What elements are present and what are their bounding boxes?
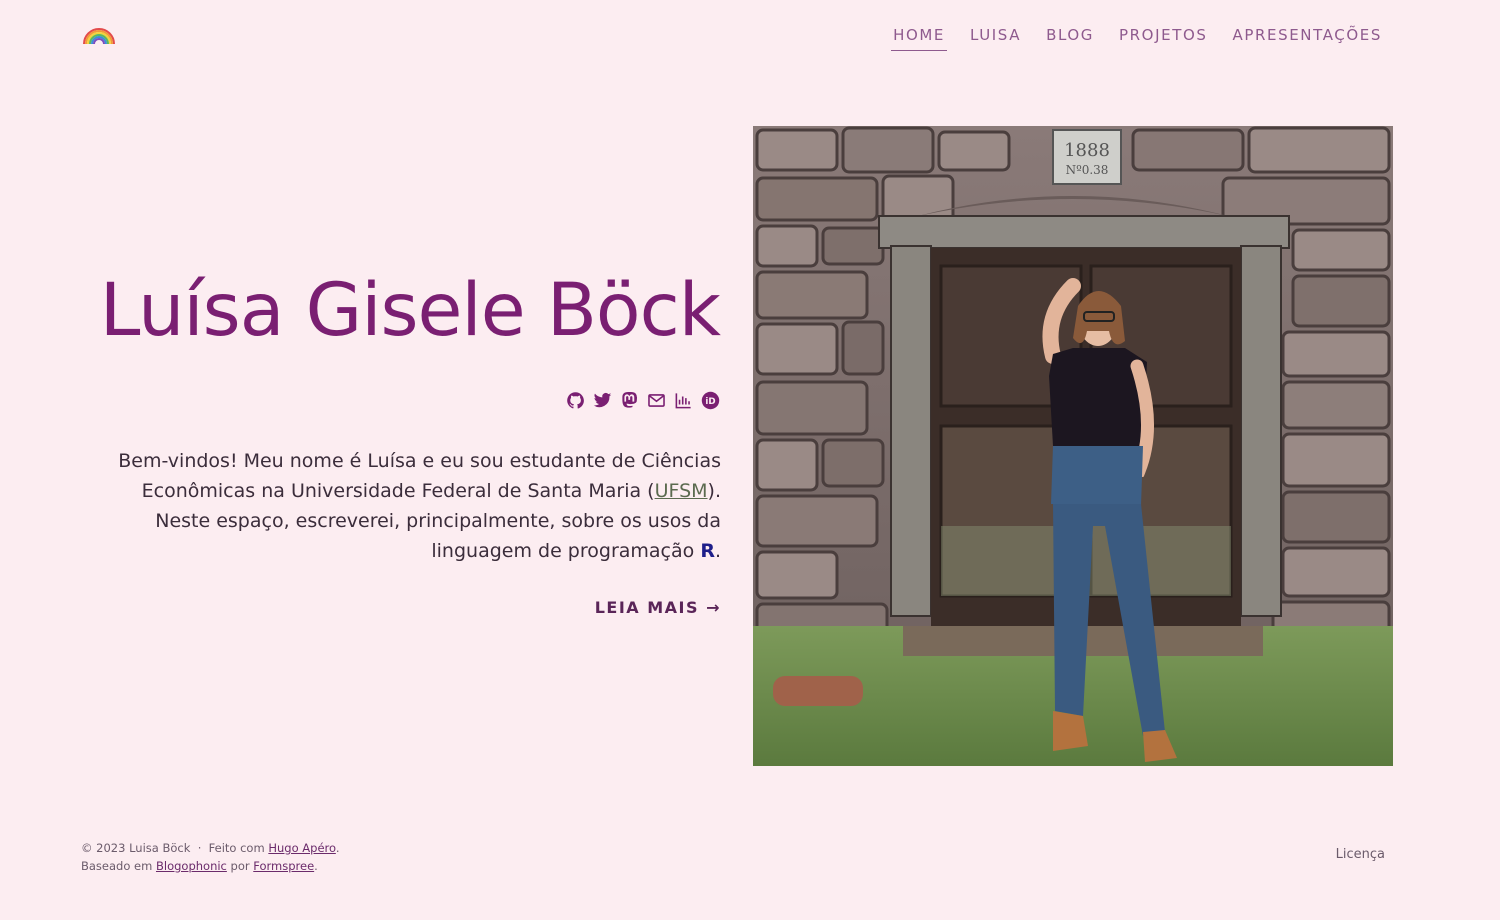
by-text: por [230, 859, 250, 873]
rainbow-logo-icon[interactable] [82, 28, 116, 46]
nav-item-luisa[interactable]: LUISA [968, 26, 1023, 51]
main-nav: HOME LUISA BLOG PROJETOS APRESENTAÇÕES [891, 26, 1384, 51]
footer-line-2: Baseado em Blogophonic por Formspree. [81, 857, 339, 875]
formspree-link[interactable]: Formspree [253, 859, 314, 873]
twitter-icon[interactable] [592, 390, 612, 410]
footer-period-2: . [314, 859, 318, 873]
nav-item-home[interactable]: HOME [891, 26, 947, 51]
profile-photo: 1888 Nº0.38 [753, 126, 1393, 766]
blogophonic-link[interactable]: Blogophonic [156, 859, 227, 873]
plaque-number: Nº0.38 [1066, 163, 1109, 177]
orcid-icon[interactable]: iD [700, 390, 720, 410]
footer-line-1: © 2023 Luisa Böck · Feito com Hugo Apéro… [81, 839, 339, 857]
read-more-link[interactable]: LEIA MAIS → [595, 598, 721, 617]
hugo-apero-link[interactable]: Hugo Apéro [268, 841, 335, 855]
intro-text-part1: Bem-vindos! Meu nome é Luísa e eu sou es… [118, 450, 721, 502]
social-links: iD [565, 390, 720, 410]
based-on-text: Baseado em [81, 859, 153, 873]
nav-item-apresentacoes[interactable]: APRESENTAÇÕES [1230, 26, 1384, 51]
intro-text: Bem-vindos! Meu nome é Luísa e eu sou es… [101, 446, 721, 566]
r-link[interactable]: R [700, 540, 715, 562]
mastodon-icon[interactable] [619, 390, 639, 410]
svg-text:iD: iD [705, 396, 715, 406]
page-title: Luísa Gisele Böck [99, 268, 721, 353]
license-link[interactable]: Licença [1336, 847, 1385, 862]
copyright-text: © 2023 Luisa Böck [81, 841, 191, 855]
footer-credits: © 2023 Luisa Böck · Feito com Hugo Apéro… [81, 839, 339, 875]
plaque-year: 1888 [1064, 140, 1110, 161]
nav-item-projetos[interactable]: PROJETOS [1117, 26, 1209, 51]
footer-separator: · [197, 841, 202, 855]
footer-period-1: . [335, 841, 340, 855]
email-icon[interactable] [646, 390, 666, 410]
made-with-text: Feito com [208, 841, 265, 855]
intro-text-end: . [714, 540, 721, 562]
ufsm-link[interactable]: UFSM [655, 480, 708, 502]
github-icon[interactable] [565, 390, 585, 410]
nav-item-blog[interactable]: BLOG [1044, 26, 1096, 51]
stats-icon[interactable] [673, 390, 693, 410]
